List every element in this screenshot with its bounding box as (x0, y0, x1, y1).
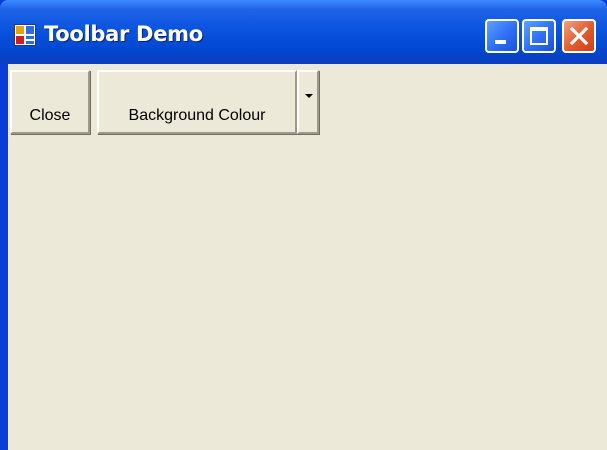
window-title: Toolbar Demo (44, 22, 203, 46)
title-bar[interactable]: Toolbar Demo (0, 0, 607, 64)
client-area: Close Background Colour (8, 64, 607, 450)
toolbar: Close Background Colour (8, 64, 607, 136)
app-window-icon (14, 24, 36, 46)
minimize-icon (495, 40, 506, 44)
maximize-button[interactable] (522, 19, 556, 53)
background-colour-dropdown-button[interactable] (297, 70, 319, 134)
maximize-icon (530, 27, 548, 45)
background-colour-button[interactable]: Background Colour (97, 70, 297, 134)
close-button-label: Close (29, 107, 71, 124)
close-window-button[interactable] (562, 19, 596, 53)
app-window: Toolbar Demo Close Background Colour (0, 0, 607, 450)
background-colour-label: Background Colour (128, 107, 266, 124)
minimize-button[interactable] (485, 19, 519, 53)
chevron-down-icon (305, 94, 313, 98)
close-icon (569, 26, 589, 46)
close-button[interactable]: Close (10, 70, 90, 134)
